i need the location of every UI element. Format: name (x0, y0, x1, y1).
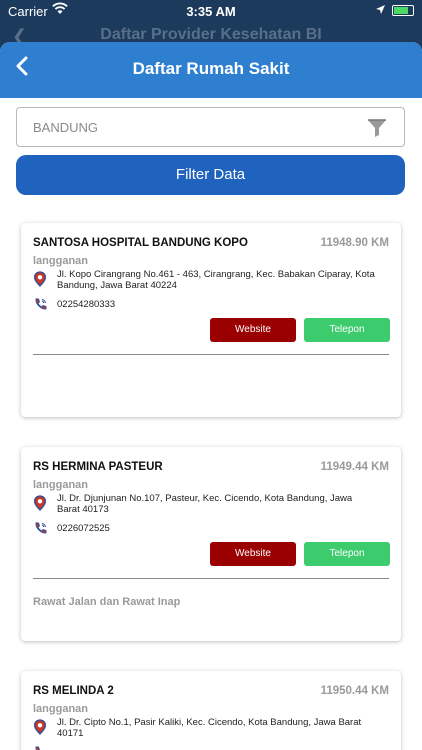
divider (33, 354, 389, 355)
sheet-header: Daftar Rumah Sakit (0, 42, 422, 98)
hospital-name: SANTOSA HOSPITAL BANDUNG KOPO (33, 237, 248, 249)
status-bar: Carrier 3:35 AM (0, 0, 422, 22)
hospital-name: RS HERMINA PASTEUR (33, 461, 163, 473)
hospital-distance: 11948.90 KM (320, 237, 389, 249)
hospital-distance: 11949.44 KM (320, 461, 389, 473)
hospital-name: RS MELINDA 2 (33, 685, 114, 697)
hospital-type: langganan (33, 255, 89, 267)
hospital-distance: 11950.44 KM (320, 685, 389, 697)
location-icon (375, 3, 386, 18)
battery-icon (392, 5, 414, 16)
hospital-card[interactable]: SANTOSA HOSPITAL BANDUNG KOPO 11948.90 K… (21, 223, 401, 417)
phone-icon (33, 521, 48, 536)
clock: 3:35 AM (186, 4, 236, 19)
hospital-type: langganan (33, 479, 89, 491)
website-button[interactable]: Website (210, 542, 296, 566)
page-title: Daftar Rumah Sakit (132, 59, 290, 78)
divider (33, 578, 389, 579)
hospital-card[interactable]: RS MELINDA 2 11950.44 KM langganan Jl. D… (21, 671, 401, 750)
hospital-service: Rawat Jalan dan Rawat Inap (33, 596, 181, 608)
phone-icon (33, 297, 48, 312)
location-pin-icon (33, 495, 47, 511)
telepon-button[interactable]: Telepon (304, 318, 390, 342)
location-pin-icon (33, 271, 47, 287)
hospital-list-sheet: Daftar Rumah Sakit Filter Data SANTOSA H… (0, 42, 422, 750)
hospital-address: Jl. Dr. Djunjunan No.107, Pasteur, Kec. … (57, 493, 353, 515)
hospital-card[interactable]: RS HERMINA PASTEUR 11949.44 KM langganan… (21, 447, 401, 641)
hospital-phone: 0226072525 (57, 523, 110, 534)
hospital-address: Jl. Kopo Cirangrang No.461 - 463, Cirang… (57, 269, 375, 291)
hospital-address: Jl. Dr. Cipto No.1, Pasir Kaliki, Kec. C… (57, 717, 362, 739)
hospital-phone: 02254280333 (57, 299, 116, 310)
search-field[interactable] (16, 107, 405, 147)
location-pin-icon (33, 719, 47, 735)
search-input[interactable] (17, 108, 347, 146)
hospital-type: langganan (33, 703, 89, 715)
funnel-icon[interactable] (366, 117, 388, 139)
phone-icon (33, 745, 48, 750)
website-button[interactable]: Website (210, 318, 296, 342)
filter-data-button[interactable]: Filter Data (16, 155, 405, 195)
telepon-button[interactable]: Telepon (304, 542, 390, 566)
